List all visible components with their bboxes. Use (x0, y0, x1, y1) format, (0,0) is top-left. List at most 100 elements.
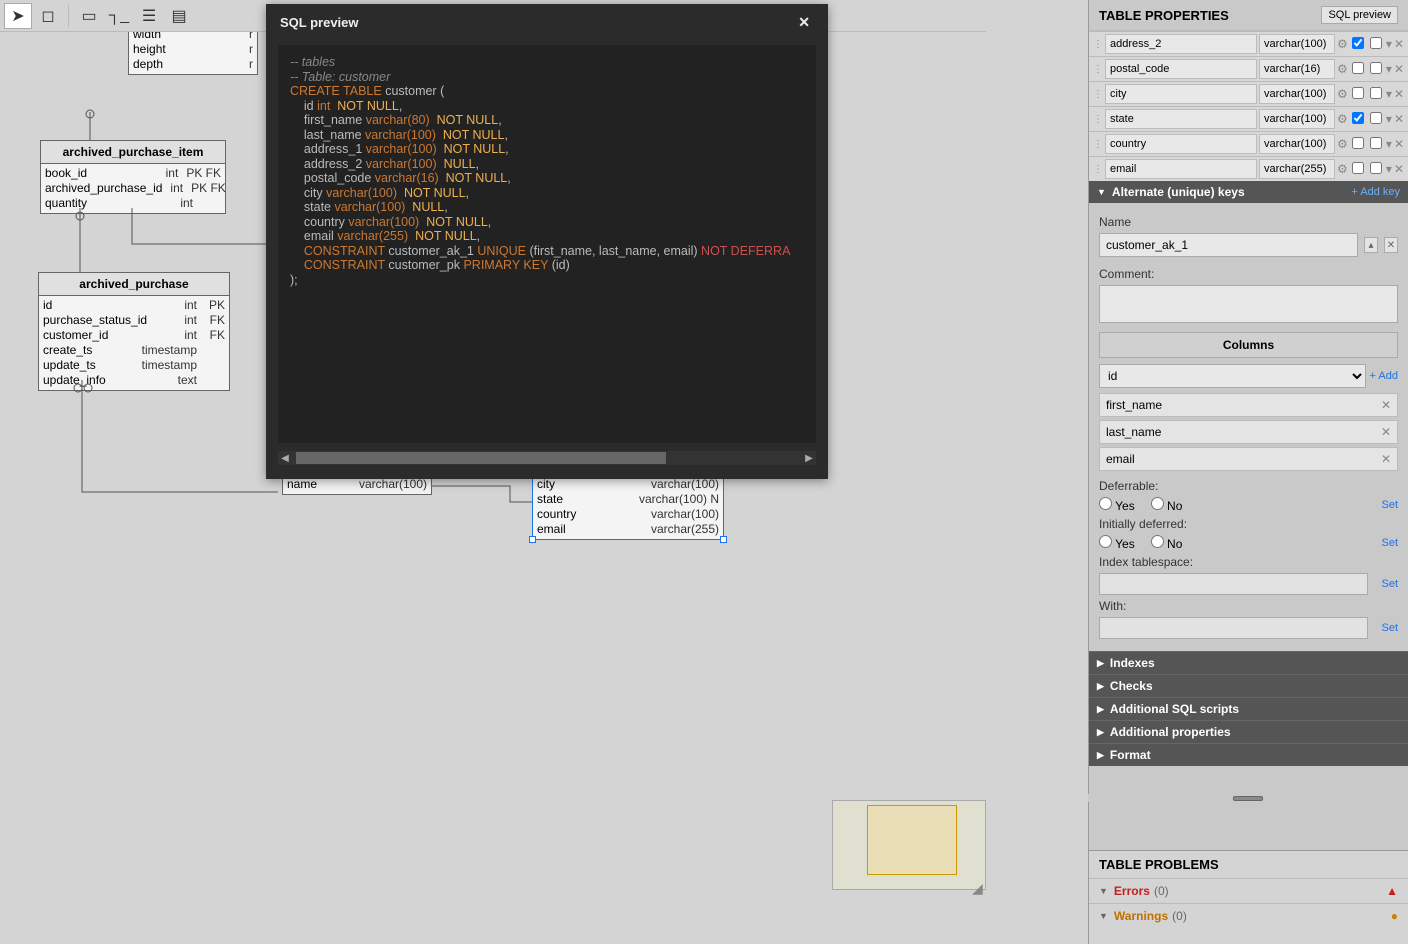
column-type-input[interactable] (1259, 159, 1335, 179)
column-type-input[interactable] (1259, 84, 1335, 104)
column-row[interactable]: ⋮ ⚙ ▾✕ (1089, 81, 1408, 106)
pk-checkbox[interactable] (1350, 112, 1366, 127)
marquee-tool-icon[interactable]: ◻ (34, 3, 62, 29)
pk-checkbox[interactable] (1350, 162, 1366, 177)
entity-archived-purchase-item[interactable]: archived_purchase_item book_idintPK FK a… (40, 140, 226, 214)
column-name-input[interactable] (1105, 134, 1257, 154)
alternate-keys-section[interactable]: ▼ Alternate (unique) keys + Add key (1089, 181, 1408, 203)
key-name-input[interactable] (1099, 233, 1358, 257)
minimap-viewport[interactable] (867, 805, 957, 875)
drag-handle-icon[interactable]: ⋮ (1093, 39, 1103, 50)
nn-checkbox[interactable] (1368, 112, 1384, 127)
note-tool-icon[interactable]: ▤ (165, 3, 193, 29)
initially-yes[interactable]: Yes (1099, 535, 1135, 551)
remove-column-icon[interactable]: ✕ (1394, 87, 1404, 101)
selected-column[interactable]: email✕ (1099, 447, 1398, 471)
column-type-input[interactable] (1259, 34, 1335, 54)
remove-icon[interactable]: ✕ (1381, 425, 1391, 439)
section-checks[interactable]: ▶Checks (1089, 674, 1408, 697)
add-column-link[interactable]: + Add (1370, 370, 1398, 382)
list-tool-icon[interactable]: ☰ (135, 3, 163, 29)
nn-checkbox[interactable] (1368, 87, 1384, 102)
column-select[interactable]: id (1099, 364, 1366, 388)
resize-handle-icon[interactable] (529, 536, 536, 543)
index-tablespace-input[interactable] (1099, 573, 1368, 595)
gear-icon[interactable]: ⚙ (1337, 112, 1348, 126)
chevron-down-icon[interactable]: ▾ (1386, 87, 1392, 101)
remove-column-icon[interactable]: ✕ (1394, 37, 1404, 51)
section-additional-properties[interactable]: ▶Additional properties (1089, 720, 1408, 743)
column-name-input[interactable] (1105, 59, 1257, 79)
remove-column-icon[interactable]: ✕ (1394, 112, 1404, 126)
add-key-link[interactable]: + Add key (1351, 186, 1400, 198)
column-row[interactable]: ⋮⚙▾✕ (1089, 31, 1408, 56)
collapse-icon[interactable]: ▴ (1364, 237, 1378, 253)
resize-handle-icon[interactable] (720, 536, 727, 543)
column-type-input[interactable] (1259, 109, 1335, 129)
drag-handle-icon[interactable]: ⋮ (1093, 114, 1103, 125)
pk-checkbox[interactable] (1350, 37, 1366, 52)
pk-checkbox[interactable] (1350, 137, 1366, 152)
sql-preview-button[interactable]: SQL preview (1321, 6, 1398, 24)
scroll-right-icon[interactable]: ▶ (802, 451, 816, 465)
gear-icon[interactable]: ⚙ (1337, 37, 1348, 51)
column-row[interactable]: ⋮ ⚙ ▾✕ (1089, 131, 1408, 156)
warnings-row[interactable]: ▼ Warnings (0) ● (1089, 903, 1408, 928)
section-format[interactable]: ▶Format (1089, 743, 1408, 766)
nn-checkbox[interactable] (1368, 162, 1384, 177)
nn-checkbox[interactable] (1368, 62, 1384, 77)
gear-icon[interactable]: ⚙ (1337, 87, 1348, 101)
chevron-down-icon[interactable]: ▾ (1386, 62, 1392, 76)
remove-column-icon[interactable]: ✕ (1394, 137, 1404, 151)
drag-handle-icon[interactable]: ⋮ (1093, 139, 1103, 150)
vertical-scrollbar[interactable] (972, 32, 986, 894)
column-name-input[interactable] (1105, 84, 1257, 104)
remove-column-icon[interactable]: ✕ (1394, 162, 1404, 176)
drag-handle-icon[interactable]: ⋮ (1093, 164, 1103, 175)
set-link[interactable]: Set (1381, 537, 1398, 549)
selected-column[interactable]: last_name✕ (1099, 420, 1398, 444)
pointer-tool-icon[interactable]: ➤ (4, 3, 32, 29)
deferrable-yes[interactable]: Yes (1099, 497, 1135, 513)
gear-icon[interactable]: ⚙ (1337, 137, 1348, 151)
column-type-input[interactable] (1259, 59, 1335, 79)
set-link[interactable]: Set (1381, 499, 1398, 511)
delete-key-icon[interactable]: ✕ (1384, 237, 1398, 253)
selected-column[interactable]: first_name✕ (1099, 393, 1398, 417)
remove-icon[interactable]: ✕ (1381, 452, 1391, 466)
entity-archived-purchase[interactable]: archived_purchase idintPK purchase_statu… (38, 272, 230, 391)
scroll-thumb[interactable] (296, 452, 666, 464)
panel-splitter[interactable] (1088, 794, 1408, 802)
column-name-input[interactable] (1105, 34, 1257, 54)
nn-checkbox[interactable] (1368, 137, 1384, 152)
comment-input[interactable] (1099, 285, 1398, 323)
set-link[interactable]: Set (1381, 622, 1398, 634)
gear-icon[interactable]: ⚙ (1337, 62, 1348, 76)
drag-handle-icon[interactable]: ⋮ (1093, 64, 1103, 75)
set-link[interactable]: Set (1381, 578, 1398, 590)
remove-column-icon[interactable]: ✕ (1394, 62, 1404, 76)
pk-checkbox[interactable] (1350, 87, 1366, 102)
column-row[interactable]: ⋮⚙▾✕ (1089, 106, 1408, 131)
remove-icon[interactable]: ✕ (1381, 398, 1391, 412)
nn-checkbox[interactable] (1368, 37, 1384, 52)
minimap[interactable] (832, 800, 986, 890)
chevron-down-icon[interactable]: ▾ (1386, 137, 1392, 151)
pk-checkbox[interactable] (1350, 62, 1366, 77)
connector-tool-icon[interactable]: ┐_ (105, 3, 133, 29)
close-icon[interactable]: ✕ (794, 14, 814, 31)
drag-handle-icon[interactable]: ⋮ (1093, 89, 1103, 100)
column-row[interactable]: ⋮ ⚙ ▾✕ (1089, 56, 1408, 81)
initially-no[interactable]: No (1151, 535, 1183, 551)
with-input[interactable] (1099, 617, 1368, 639)
errors-row[interactable]: ▼ Errors (0) ▲ (1089, 878, 1408, 903)
resize-grip-icon[interactable]: ◢ (972, 880, 986, 894)
sql-code-area[interactable]: -- tables-- Table: customerCREATE TABLE … (278, 45, 816, 443)
scroll-left-icon[interactable]: ◀ (278, 451, 292, 465)
section-indexes[interactable]: ▶Indexes (1089, 651, 1408, 674)
column-name-input[interactable] (1105, 159, 1257, 179)
entity-customer-selected[interactable]: cityvarchar(100) statevarchar(100) N cou… (532, 474, 724, 540)
chevron-down-icon[interactable]: ▾ (1386, 162, 1392, 176)
table-tool-icon[interactable]: ▭ (75, 3, 103, 29)
column-type-input[interactable] (1259, 134, 1335, 154)
